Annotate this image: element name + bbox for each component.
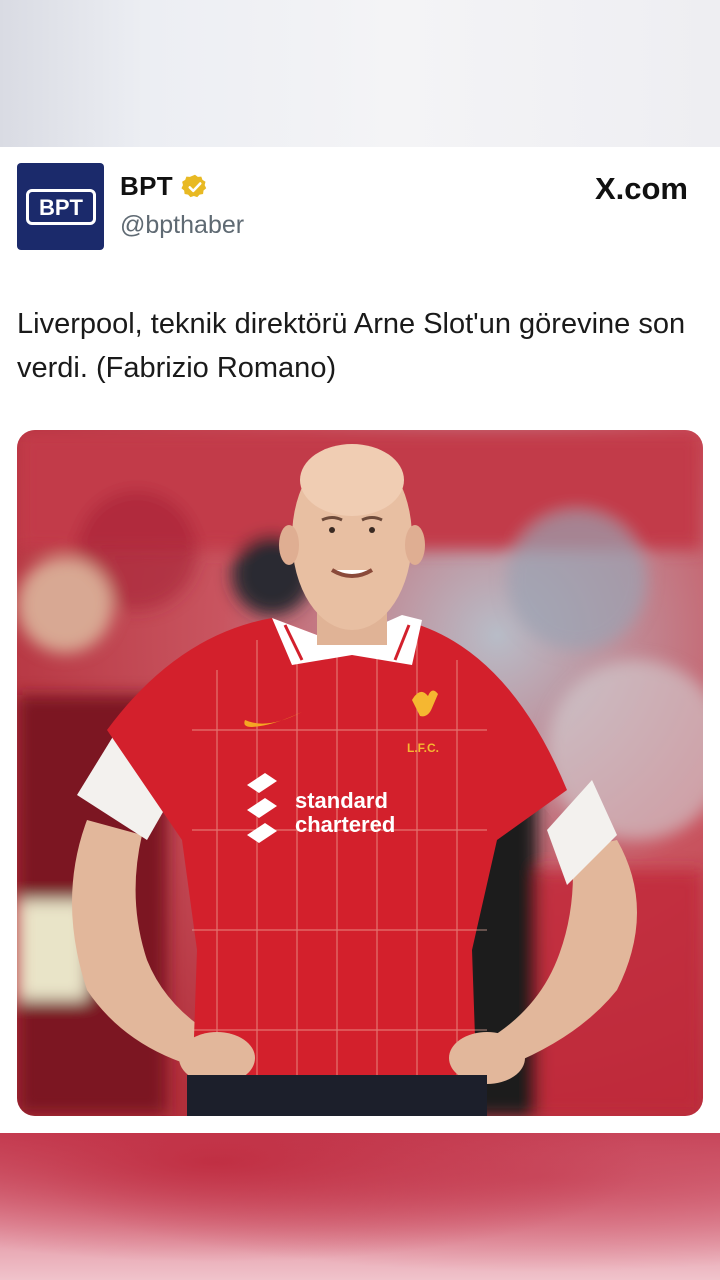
photo-illustration: L.F.C. standard chartered <box>17 430 703 1116</box>
bpt-logo-icon: BPT <box>39 195 84 220</box>
sponsor-line-1: standard <box>295 788 388 813</box>
source-brand: X.com <box>595 171 688 207</box>
avatar-logo: BPT <box>25 188 96 225</box>
background-blur-bottom <box>0 1133 720 1280</box>
tweet-photo[interactable]: L.F.C. standard chartered <box>17 430 703 1116</box>
avatar[interactable]: BPT <box>17 163 104 250</box>
author-row: BPT <box>120 171 209 202</box>
verified-badge-icon <box>181 174 207 197</box>
author-name[interactable]: BPT <box>120 171 173 202</box>
sponsor-line-2: chartered <box>295 812 395 837</box>
tweet-text: Liverpool, teknik direktörü Arne Slot'un… <box>17 308 686 384</box>
avatar-text: BPT <box>39 195 84 220</box>
tweet-card: BPT BPT @bpthaber X.com Liverpool, tekni… <box>0 147 720 1133</box>
author-handle[interactable]: @bpthaber <box>120 211 244 240</box>
source-brand-text: X.com <box>594 171 688 206</box>
crest-text: L.F.C. <box>407 741 439 755</box>
background-blur-top <box>0 0 720 147</box>
